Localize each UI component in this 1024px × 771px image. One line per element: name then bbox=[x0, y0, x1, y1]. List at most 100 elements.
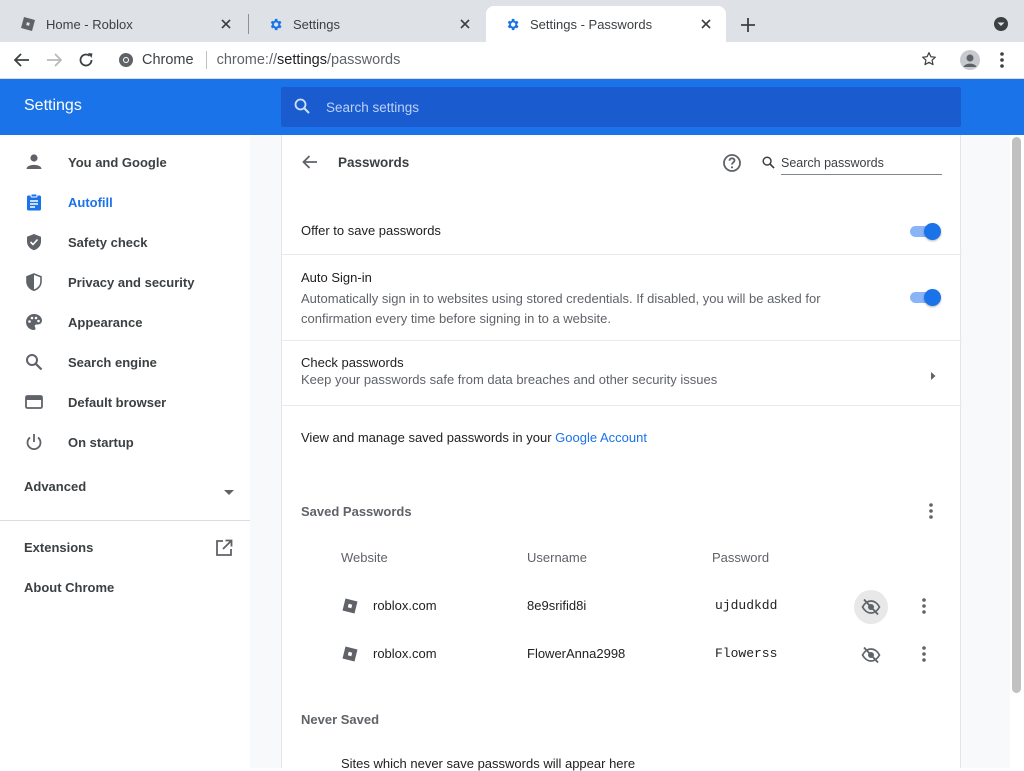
sidebar-item-label: On startup bbox=[68, 434, 134, 450]
hide-password-icon[interactable] bbox=[854, 590, 888, 624]
sidebar-item-label: Privacy and security bbox=[68, 274, 195, 290]
person-icon bbox=[24, 152, 44, 172]
sidebar-item-extensions[interactable]: Extensions bbox=[24, 540, 93, 555]
never-saved-note: Sites which never save passwords will ap… bbox=[341, 756, 636, 771]
url-path: /passwords bbox=[327, 52, 401, 68]
entry-site[interactable]: roblox.com bbox=[373, 598, 437, 613]
shield-half-icon bbox=[24, 272, 44, 292]
tab-search-icon[interactable] bbox=[993, 16, 1011, 34]
gear-icon bbox=[267, 16, 283, 32]
settings-search-box[interactable] bbox=[281, 87, 961, 127]
reload-button[interactable] bbox=[76, 50, 96, 70]
address-bar[interactable]: Chrome chrome://settings/passwords bbox=[108, 46, 948, 74]
entry-site[interactable]: roblox.com bbox=[373, 646, 437, 661]
passwords-header: Passwords bbox=[282, 135, 962, 191]
auto-signin-description: Automatically sign in to websites using … bbox=[301, 291, 821, 326]
saved-passwords-menu-icon[interactable] bbox=[923, 501, 939, 521]
password-search-field[interactable] bbox=[781, 151, 942, 175]
tab-settings-passwords[interactable]: Settings - Passwords bbox=[486, 6, 726, 42]
page-scrollbar[interactable] bbox=[1012, 137, 1021, 693]
tab-title: Home - Roblox bbox=[46, 16, 133, 32]
sidebar-item-label: Appearance bbox=[68, 314, 143, 330]
toggle-knob bbox=[924, 223, 941, 240]
auto-signin-toggle[interactable] bbox=[910, 289, 942, 306]
power-icon bbox=[24, 432, 44, 452]
tab-title: Settings bbox=[293, 16, 340, 32]
sidebar-item-on-startup[interactable]: On startup bbox=[0, 422, 250, 462]
check-passwords-label: Check passwords bbox=[301, 355, 404, 370]
saved-passwords-heading: Saved Passwords bbox=[301, 504, 412, 519]
more-menu-icon[interactable] bbox=[994, 50, 1010, 70]
entry-username: 8e9srifid8i bbox=[527, 598, 587, 613]
entry-password: ujdudkdd bbox=[715, 598, 778, 613]
close-icon[interactable] bbox=[457, 16, 473, 32]
search-icon bbox=[294, 98, 312, 116]
offer-to-save-row[interactable]: Offer to save passwords bbox=[282, 199, 962, 255]
offer-to-save-toggle[interactable] bbox=[910, 223, 942, 240]
tab-settings[interactable]: Settings bbox=[249, 6, 485, 42]
close-icon[interactable] bbox=[218, 16, 234, 32]
help-icon[interactable] bbox=[722, 153, 742, 173]
sidebar-item-appearance[interactable]: Appearance bbox=[0, 302, 250, 342]
check-passwords-block: Check passwords Keep your passwords safe… bbox=[301, 355, 841, 390]
bookmark-star-icon[interactable] bbox=[921, 51, 939, 69]
entry-password: Flowerss bbox=[715, 646, 778, 661]
roblox-icon bbox=[342, 598, 358, 614]
url-host: settings bbox=[277, 52, 327, 68]
back-button[interactable] bbox=[12, 50, 32, 70]
settings-header: Settings bbox=[0, 79, 1024, 135]
sidebar-item-you-and-google[interactable]: You and Google bbox=[0, 142, 250, 182]
site-chip[interactable]: Chrome bbox=[108, 52, 194, 68]
sidebar-advanced[interactable]: Advanced bbox=[24, 479, 234, 499]
back-arrow-icon[interactable] bbox=[301, 153, 321, 173]
palette-icon bbox=[24, 312, 44, 332]
passwords-card: Passwords Offer to save passwords Auto S… bbox=[281, 135, 962, 771]
password-entry-row: roblox.com 8e9srifid8i ujdudkdd bbox=[282, 582, 962, 630]
entry-more-icon[interactable] bbox=[916, 596, 932, 616]
password-search-box[interactable] bbox=[762, 151, 942, 175]
sidebar-item-about-chrome[interactable]: About Chrome bbox=[24, 580, 114, 595]
settings-title: Settings bbox=[24, 97, 82, 114]
browser-icon bbox=[24, 392, 44, 412]
password-search-input[interactable] bbox=[781, 155, 931, 170]
google-account-link[interactable]: Google Account bbox=[555, 430, 647, 445]
toggle-knob bbox=[924, 289, 941, 306]
sidebar-item-search-engine[interactable]: Search engine bbox=[0, 342, 250, 382]
sidebar-item-autofill[interactable]: Autofill bbox=[0, 182, 250, 222]
entry-more-icon[interactable] bbox=[916, 644, 932, 664]
check-passwords-row[interactable]: Check passwords Keep your passwords safe… bbox=[282, 341, 962, 406]
open-in-new-icon[interactable] bbox=[215, 539, 233, 557]
column-website: Website bbox=[341, 550, 388, 565]
profile-avatar[interactable] bbox=[960, 50, 980, 70]
roblox-icon bbox=[342, 646, 358, 662]
sidebar-item-label: Safety check bbox=[68, 234, 148, 250]
roblox-icon bbox=[20, 16, 36, 32]
auto-signin-block: Auto Sign-in Automatically sign in to we… bbox=[301, 270, 841, 329]
url-text: chrome://settings/passwords bbox=[217, 52, 401, 68]
sidebar-item-safety-check[interactable]: Safety check bbox=[0, 222, 250, 262]
new-tab-button[interactable] bbox=[737, 14, 759, 36]
sidebar-item-privacy[interactable]: Privacy and security bbox=[0, 262, 250, 302]
auto-signin-label: Auto Sign-in bbox=[301, 270, 372, 285]
address-divider bbox=[205, 51, 207, 69]
tab-strip: Home - Roblox Settings Settings - Passwo… bbox=[0, 0, 1024, 42]
tab-home-roblox[interactable]: Home - Roblox bbox=[2, 6, 246, 42]
close-icon[interactable] bbox=[698, 16, 714, 32]
hide-password-icon[interactable] bbox=[854, 638, 888, 672]
advanced-label: Advanced bbox=[24, 479, 87, 494]
search-icon bbox=[24, 352, 44, 372]
settings-sidebar: You and Google Autofill Safety check Pri… bbox=[0, 135, 250, 768]
check-passwords-description: Keep your passwords safe from data breac… bbox=[301, 372, 718, 387]
chrome-icon bbox=[118, 52, 134, 68]
sidebar-item-label: You and Google bbox=[68, 154, 167, 170]
manage-account-text: View and manage saved passwords in your … bbox=[301, 430, 647, 445]
tab-title: Settings - Passwords bbox=[530, 16, 653, 32]
sidebar-item-label: Default browser bbox=[68, 394, 167, 410]
sidebar-item-default-browser[interactable]: Default browser bbox=[0, 382, 250, 422]
auto-signin-row[interactable]: Auto Sign-in Automatically sign in to we… bbox=[282, 255, 962, 341]
entry-username: FlowerAnna2998 bbox=[527, 646, 626, 661]
forward-button[interactable] bbox=[44, 50, 64, 70]
settings-search-input[interactable] bbox=[326, 99, 926, 115]
sidebar-item-label: Search engine bbox=[68, 354, 157, 370]
gear-icon bbox=[504, 16, 520, 32]
